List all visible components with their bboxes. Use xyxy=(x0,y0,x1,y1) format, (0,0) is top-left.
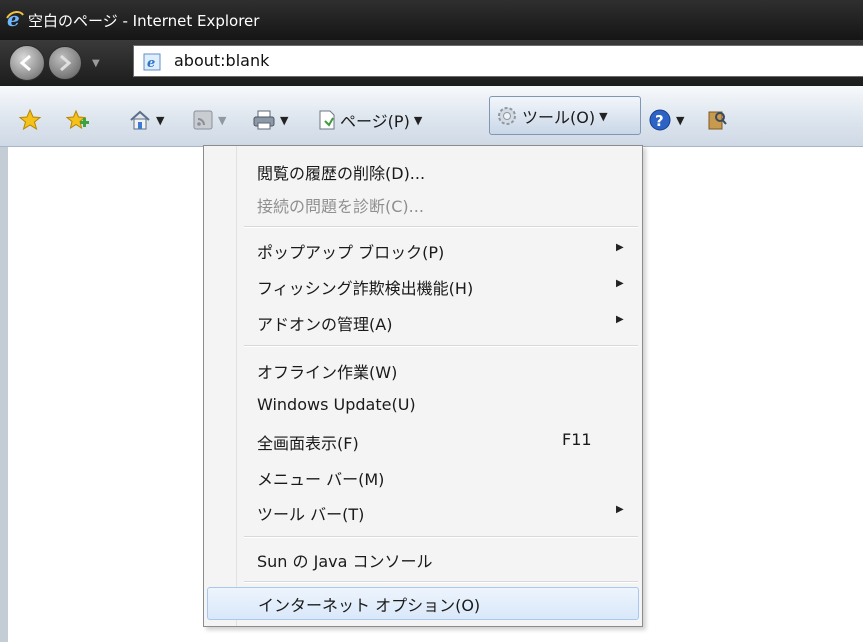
menu-item-label: 接続の問題を診断(C)... xyxy=(257,197,424,216)
home-dropdown-icon[interactable]: ▼ xyxy=(156,114,164,127)
menu-item-label: フィッシング詐欺検出機能(H) xyxy=(257,279,474,298)
menu-item-delete-history[interactable]: 閲覧の履歴の削除(D)... xyxy=(244,155,642,185)
address-bar[interactable]: e about:blank xyxy=(133,45,863,77)
window-title: 空白のページ - Internet Explorer xyxy=(28,12,260,30)
submenu-arrow-icon: ▶ xyxy=(616,242,624,253)
tools-dropdown-icon: ▼ xyxy=(599,109,608,123)
menu-item-label: オフライン作業(W) xyxy=(257,363,398,382)
menu-item-label: インターネット オプション(O) xyxy=(258,596,481,615)
page-menu-label: ページ(P) xyxy=(340,112,410,131)
page-menu-button[interactable]: ページ(P) ▼ xyxy=(316,108,422,132)
tools-button-label: ツール(O) xyxy=(522,108,596,127)
submenu-arrow-icon: ▶ xyxy=(616,314,624,325)
menu-icon-gutter xyxy=(236,146,237,626)
menu-item-phishing-filter[interactable]: フィッシング詐欺検出機能(H) ▶ xyxy=(244,270,642,300)
menu-item-full-screen[interactable]: 全画面表示(F) F11 xyxy=(244,425,642,455)
feeds-dropdown-icon[interactable]: ▼ xyxy=(218,114,226,127)
feeds-icon xyxy=(193,110,213,130)
menu-item-label: Windows Update(U) xyxy=(257,395,416,414)
print-icon xyxy=(253,110,275,130)
menu-item-label: アドオンの管理(A) xyxy=(257,315,393,334)
menu-item-diagnose-connection: 接続の問題を診断(C)... xyxy=(244,188,642,218)
tools-menu: 閲覧の履歴の削除(D)... 接続の問題を診断(C)... ポップアップ ブロッ… xyxy=(203,145,643,627)
address-url: about:blank xyxy=(174,51,270,70)
window-left-border xyxy=(0,147,8,642)
recent-pages-dropdown[interactable]: ▼ xyxy=(92,58,100,69)
command-bar: ▼ ▼ ▼ ページ(P) ▼ xyxy=(0,86,863,147)
tools-button[interactable]: ツール(O) ▼ xyxy=(489,96,641,135)
menu-item-label: メニュー バー(M) xyxy=(257,470,385,489)
menu-item-toolbars[interactable]: ツール バー(T) ▶ xyxy=(244,496,642,526)
tools-button-content: ツール(O) ▼ xyxy=(496,104,608,128)
menu-item-label: 閲覧の履歴の削除(D)... xyxy=(257,164,426,183)
menu-item-menu-bar[interactable]: メニュー バー(M) xyxy=(244,461,642,491)
svg-text:e: e xyxy=(147,56,155,71)
menu-item-shortcut: F11 xyxy=(562,430,592,449)
gear-icon xyxy=(498,107,516,125)
menu-item-internet-options[interactable]: インターネット オプション(O) xyxy=(207,587,639,620)
home-icon xyxy=(130,110,150,130)
menu-item-label: 全画面表示(F) xyxy=(257,434,359,453)
submenu-arrow-icon: ▶ xyxy=(616,278,624,289)
menu-item-label: ポップアップ ブロック(P) xyxy=(257,243,445,262)
print-dropdown-icon[interactable]: ▼ xyxy=(280,114,288,127)
back-button[interactable] xyxy=(9,45,45,81)
menu-separator xyxy=(244,536,638,538)
menu-item-windows-update[interactable]: Windows Update(U) xyxy=(244,390,642,420)
print-button[interactable]: ▼ xyxy=(252,108,288,132)
back-icon xyxy=(19,54,31,72)
favorites-star-icon xyxy=(18,108,42,131)
favorites-button[interactable] xyxy=(18,108,42,132)
menu-separator xyxy=(244,581,638,583)
page-icon: e xyxy=(143,53,161,71)
home-button[interactable]: ▼ xyxy=(128,108,164,132)
menu-item-manage-addons[interactable]: アドオンの管理(A) ▶ xyxy=(244,306,642,336)
add-favorites-button[interactable] xyxy=(64,108,90,132)
feeds-button[interactable]: ▼ xyxy=(192,108,226,132)
add-favorites-icon xyxy=(65,109,89,130)
menu-item-label: Sun の Java コンソール xyxy=(257,552,433,571)
ie-logo-icon: e xyxy=(6,9,24,29)
menu-item-label: ツール バー(T) xyxy=(257,505,365,524)
submenu-arrow-icon: ▶ xyxy=(616,504,624,515)
forward-icon xyxy=(60,54,72,72)
menu-separator xyxy=(244,345,638,347)
title-bar: e 空白のページ - Internet Explorer xyxy=(0,0,863,40)
menu-item-popup-blocker[interactable]: ポップアップ ブロック(P) ▶ xyxy=(244,234,642,264)
forward-button[interactable] xyxy=(48,46,82,80)
menu-separator xyxy=(244,226,638,228)
menu-item-java-console[interactable]: Sun の Java コンソール xyxy=(244,543,642,573)
menu-item-work-offline[interactable]: オフライン作業(W) xyxy=(244,354,642,384)
page-menu-icon xyxy=(319,110,335,130)
page-menu-dropdown-icon[interactable]: ▼ xyxy=(414,114,422,127)
